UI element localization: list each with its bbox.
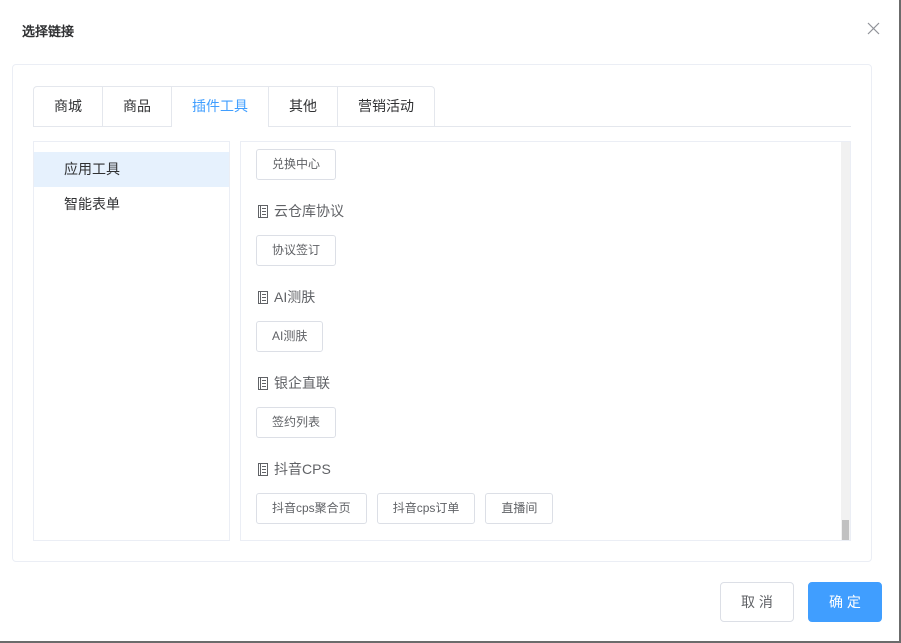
- document-icon: [258, 462, 268, 476]
- button-row: 签约列表: [256, 407, 826, 438]
- link-button-contract-list[interactable]: 签约列表: [256, 407, 337, 438]
- tab-mall[interactable]: 商城: [34, 87, 102, 127]
- button-row: AI测肤: [256, 321, 826, 352]
- close-icon[interactable]: [867, 22, 880, 35]
- dialog-title: 选择链接: [22, 24, 75, 39]
- select-link-dialog: 选择链接 商城 商品 插件工具 其他 营销活动 应用工具 智能表单 兑换中心 云…: [0, 0, 901, 643]
- confirm-button[interactable]: 确 定: [808, 582, 882, 622]
- link-button-douyin-cps-aggregate[interactable]: 抖音cps聚合页: [256, 493, 367, 524]
- section-header: 抖音CPS: [256, 458, 826, 480]
- cancel-button[interactable]: 取 消: [720, 582, 794, 622]
- tab-marketing[interactable]: 营销活动: [337, 87, 434, 127]
- tab-plugin-tools[interactable]: 插件工具: [171, 87, 268, 127]
- section-title: 云仓库协议: [274, 203, 344, 219]
- link-button-sign-agreement[interactable]: 协议签订: [256, 235, 337, 266]
- section-header: 云仓库协议: [256, 200, 826, 222]
- section-title: 抖音CPS: [274, 461, 331, 477]
- section-title: 银企直联: [274, 375, 330, 391]
- link-button-ai-skin-test[interactable]: AI测肤: [256, 321, 324, 352]
- tab-other[interactable]: 其他: [268, 87, 337, 127]
- category-sidebar: 应用工具 智能表单: [33, 141, 230, 541]
- tab-list: 商城 商品 插件工具 其他 营销活动: [33, 86, 435, 127]
- link-button-redeem-center[interactable]: 兑换中心: [256, 149, 337, 180]
- section-header: 银企直联: [256, 372, 826, 394]
- content-scrollbar[interactable]: [841, 142, 850, 540]
- section-header: AI测肤: [256, 286, 826, 308]
- document-icon: [258, 290, 268, 304]
- tab-bar: 商城 商品 插件工具 其他 营销活动: [33, 86, 851, 127]
- link-button-live-room[interactable]: 直播间: [485, 493, 554, 524]
- document-icon: [258, 204, 268, 218]
- link-content-list: 兑换中心 云仓库协议 协议签订 AI测肤 AI测肤 银企直联 签约列表 抖音CP…: [256, 149, 826, 524]
- link-picker-panel: 商城 商品 插件工具 其他 营销活动 应用工具 智能表单 兑换中心 云仓库协议 …: [12, 64, 872, 562]
- tab-products[interactable]: 商品: [102, 87, 171, 127]
- sidebar-list: 应用工具 智能表单: [34, 152, 229, 222]
- button-row: 抖音cps聚合页 抖音cps订单 直播间: [256, 493, 826, 524]
- sidebar-item-smart-forms[interactable]: 智能表单: [34, 187, 229, 222]
- link-content-area: 兑换中心 云仓库协议 协议签订 AI测肤 AI测肤 银企直联 签约列表 抖音CP…: [240, 141, 851, 541]
- button-row: 兑换中心: [256, 149, 826, 180]
- link-button-douyin-cps-orders[interactable]: 抖音cps订单: [376, 493, 476, 524]
- sidebar-item-app-tools[interactable]: 应用工具: [34, 152, 229, 187]
- button-row: 协议签订: [256, 235, 826, 266]
- document-icon: [258, 376, 268, 390]
- section-title: AI测肤: [274, 289, 316, 305]
- scrollbar-thumb[interactable]: [842, 520, 849, 540]
